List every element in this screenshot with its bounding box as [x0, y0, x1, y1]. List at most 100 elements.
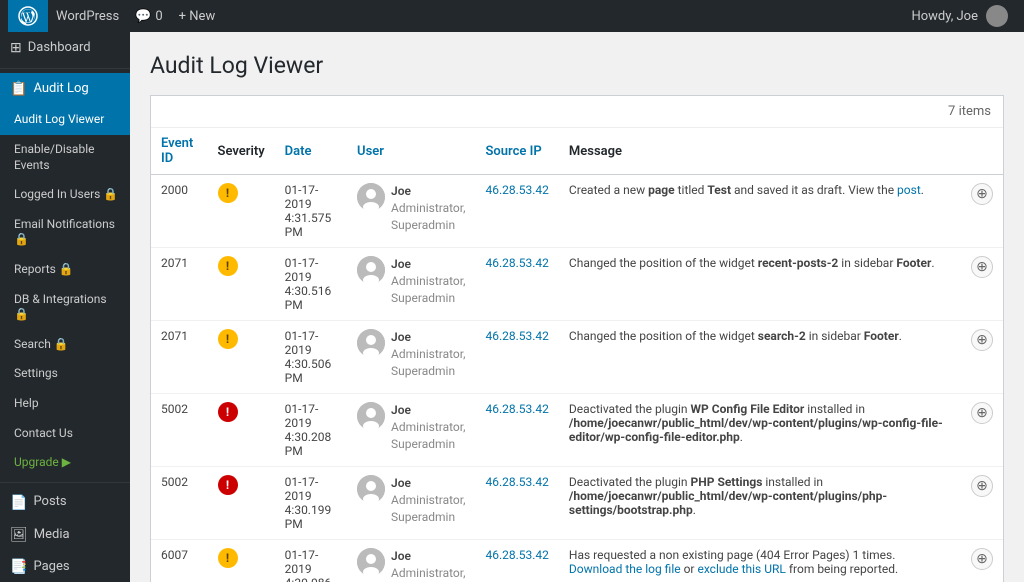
action-button[interactable]: ⊕: [971, 329, 993, 351]
ip-link[interactable]: 46.28.53.42: [485, 329, 548, 343]
cell-date: 01-17-20194:30.086 PM: [275, 540, 347, 582]
sidebar-sub-email[interactable]: Email Notifications 🔒: [0, 210, 130, 255]
table-row: 5002 ! 01-17-20194:30.199 PM Joe Adminis…: [151, 467, 1003, 540]
new-label: + New: [179, 9, 216, 24]
action-button[interactable]: ⊕: [971, 475, 993, 497]
dashboard-icon: ⊞: [10, 39, 22, 57]
user-role: Administrator,Superadmin: [391, 200, 465, 234]
sidebar-sub-label: Contact Us: [14, 426, 73, 442]
posts-icon: 📄: [10, 494, 27, 512]
user-info: Joe Administrator,Superadmin: [391, 329, 465, 379]
cell-ip: 46.28.53.42: [475, 394, 558, 467]
cell-date: 01-17-20194:30.208 PM: [275, 394, 347, 467]
msg-link[interactable]: post: [897, 183, 921, 197]
sidebar-item-media[interactable]: 🖼 Media: [0, 519, 130, 551]
sidebar-sub-label: Search 🔒: [14, 337, 69, 353]
cell-date: 01-17-20194:30.506 PM: [275, 321, 347, 394]
sidebar-sub-db[interactable]: DB & Integrations 🔒: [0, 285, 130, 330]
wp-logo[interactable]: [8, 0, 48, 32]
cell-message: Has requested a non existing page (404 E…: [559, 540, 961, 582]
sidebar: ⊞ Dashboard 📋 Audit Log Audit Log Viewer…: [0, 32, 130, 582]
sidebar-item-label: Dashboard: [28, 40, 91, 57]
comments-button[interactable]: 💬 0: [127, 0, 171, 32]
col-source-ip[interactable]: Source IP: [475, 128, 558, 175]
avatar: [357, 402, 385, 430]
table-body: 2000 ! 01-17-20194:31.575 PM Joe Adminis…: [151, 175, 1003, 582]
table-header-row: Event ID Severity Date User Source IP Me…: [151, 128, 1003, 175]
site-label: WordPress: [56, 9, 119, 24]
sidebar-sub-label: Email Notifications 🔒: [14, 217, 120, 248]
msg-bold: Footer: [896, 256, 931, 270]
sidebar-sub-search[interactable]: Search 🔒: [0, 330, 130, 360]
severity-warning-icon: !: [218, 256, 238, 276]
cell-event-id: 5002: [151, 467, 208, 540]
action-button[interactable]: ⊕: [971, 548, 993, 570]
cell-action: ⊕: [961, 175, 1003, 248]
sidebar-sub-label: DB & Integrations 🔒: [14, 292, 120, 323]
ip-link[interactable]: 46.28.53.42: [485, 402, 548, 416]
col-event-id[interactable]: Event ID: [151, 128, 208, 175]
cell-action: ⊕: [961, 540, 1003, 582]
sidebar-sub-audit-log-viewer[interactable]: Audit Log Viewer: [0, 105, 130, 135]
msg-bold: search-2: [758, 329, 806, 343]
download-log-link[interactable]: Download the log file: [569, 562, 681, 576]
table-row: 2000 ! 01-17-20194:31.575 PM Joe Adminis…: [151, 175, 1003, 248]
audit-log-icon: 📋: [10, 80, 27, 98]
sidebar-item-dashboard[interactable]: ⊞ Dashboard: [0, 32, 130, 64]
cell-action: ⊕: [961, 467, 1003, 540]
msg-bold: PHP Settings: [691, 475, 763, 489]
sidebar-sub-label: Reports 🔒: [14, 262, 74, 278]
sidebar-item-posts[interactable]: 📄 Posts: [0, 487, 130, 519]
cell-date: 01-17-20194:31.575 PM: [275, 175, 347, 248]
cell-user: Joe Administrator,Superadmin: [347, 540, 475, 582]
new-button[interactable]: + New: [171, 0, 224, 32]
divider: [0, 68, 130, 69]
user-info: Joe Administrator,Superadmin: [391, 548, 465, 582]
sidebar-sub-reports[interactable]: Reports 🔒: [0, 255, 130, 285]
user-info: Joe Administrator,Superadmin: [391, 183, 465, 233]
sidebar-item-audit-log[interactable]: 📋 Audit Log: [0, 73, 130, 105]
sidebar-sub-enable-disable[interactable]: Enable/Disable Events: [0, 135, 130, 180]
cell-severity: !: [208, 175, 275, 248]
cell-message: Changed the position of the widget recen…: [559, 248, 961, 321]
sidebar-pages-label: Pages: [33, 559, 69, 576]
audit-table: Event ID Severity Date User Source IP Me…: [151, 128, 1003, 582]
action-button[interactable]: ⊕: [971, 402, 993, 424]
user-info: Joe Administrator,Superadmin: [391, 475, 465, 525]
user-role: Administrator,Superadmin: [391, 346, 465, 380]
sidebar-sub-upgrade[interactable]: Upgrade ▶: [0, 448, 130, 478]
cell-action: ⊕: [961, 394, 1003, 467]
cell-action: ⊕: [961, 248, 1003, 321]
user-info: Joe Administrator,Superadmin: [391, 256, 465, 306]
sidebar-sub-help[interactable]: Help: [0, 389, 130, 419]
user-name: Joe: [391, 256, 465, 273]
user-role: Administrator,Superadmin: [391, 419, 465, 453]
howdy-label[interactable]: Howdy, Joe: [903, 0, 1016, 32]
ip-link[interactable]: 46.28.53.42: [485, 256, 548, 270]
col-user[interactable]: User: [347, 128, 475, 175]
exclude-url-link[interactable]: exclude this URL: [697, 562, 785, 576]
site-name[interactable]: WordPress: [48, 0, 127, 32]
main-content: Audit Log Viewer 7 items Event ID Severi…: [130, 32, 1024, 582]
sidebar-sub-contact[interactable]: Contact Us: [0, 419, 130, 449]
col-date[interactable]: Date: [275, 128, 347, 175]
sidebar-sub-logged-in[interactable]: Logged In Users 🔒: [0, 180, 130, 210]
cell-user: Joe Administrator,Superadmin: [347, 175, 475, 248]
sidebar-sub-label: Logged In Users 🔒: [14, 187, 118, 203]
user-name: Joe: [391, 402, 465, 419]
user-name: Joe: [391, 329, 465, 346]
sidebar-sub-settings[interactable]: Settings: [0, 359, 130, 389]
media-icon: 🖼: [10, 526, 28, 544]
ip-link[interactable]: 46.28.53.42: [485, 475, 548, 489]
ip-link[interactable]: 46.28.53.42: [485, 548, 548, 562]
action-button[interactable]: ⊕: [971, 256, 993, 278]
sidebar-item-pages[interactable]: 📑 Pages: [0, 551, 130, 582]
ip-link[interactable]: 46.28.53.42: [485, 183, 548, 197]
action-button[interactable]: ⊕: [971, 183, 993, 205]
cell-event-id: 2071: [151, 321, 208, 394]
user-greeting: Howdy, Joe: [911, 9, 978, 24]
item-count-top: 7 items: [948, 104, 991, 119]
cell-action: ⊕: [961, 321, 1003, 394]
cell-severity: !: [208, 321, 275, 394]
msg-bold: WP Config File Editor: [691, 402, 805, 416]
